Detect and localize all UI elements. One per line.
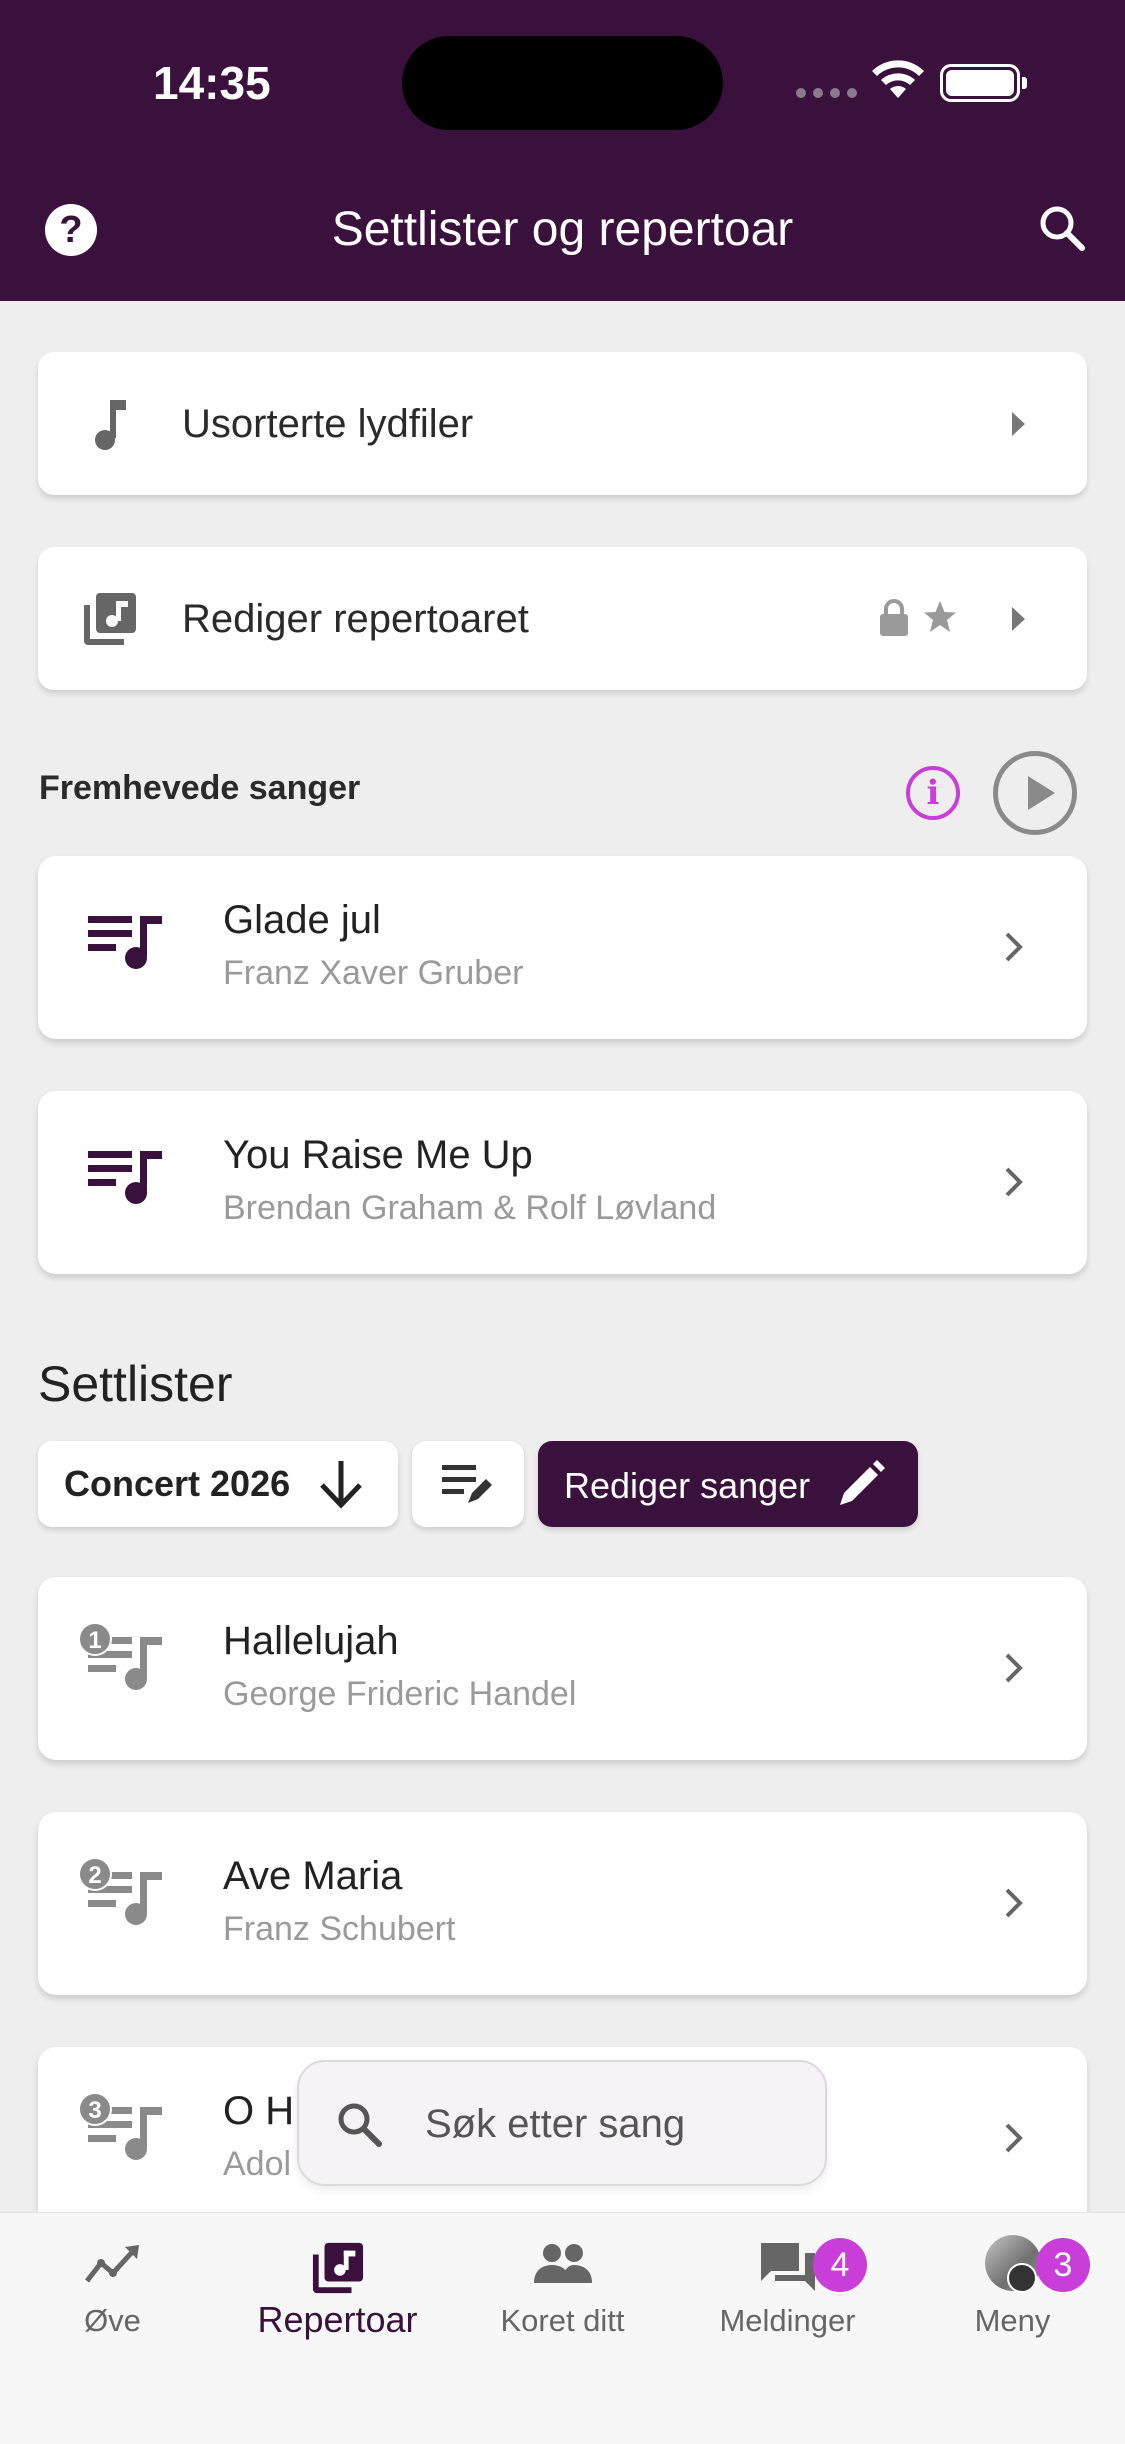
nav-practice[interactable]: Øve [0, 2213, 225, 2373]
setlist-song-card[interactable]: 1 Hallelujah George Frideric Handel [38, 1577, 1087, 1760]
trending-icon [84, 2245, 139, 2283]
nav-messages[interactable]: 4 Meldinger [675, 2213, 900, 2373]
queue-music-icon [88, 916, 162, 969]
setlist-selector[interactable]: Concert 2026 [38, 1441, 398, 1527]
setlist-selected: Concert 2026 [64, 1463, 291, 1504]
app-header: 14:35 ? Settlister og repertoar [0, 0, 1125, 301]
song-title: O H [223, 2089, 295, 2133]
song-title: Ave Maria [223, 1854, 403, 1898]
forum-icon [760, 2243, 815, 2291]
nav-label: Repertoar [257, 2299, 418, 2340]
music-note-icon [95, 400, 126, 450]
queue-music-icon [88, 1151, 162, 1204]
wifi-icon [872, 60, 924, 98]
song-title: Glade jul [223, 898, 381, 942]
library-music-icon [312, 2242, 363, 2294]
unsorted-audio-card[interactable]: Usorterte lydfiler [38, 352, 1087, 495]
chevron-right-icon [1005, 1653, 1023, 1683]
nav-menu[interactable]: 3 Meny [900, 2213, 1125, 2373]
page-title: Settlister og repertoar [331, 203, 794, 256]
search-icon[interactable] [1038, 204, 1086, 252]
edit-songs-button[interactable]: Rediger sanger [538, 1441, 918, 1527]
chevron-right-icon [1005, 1167, 1023, 1197]
song-title: You Raise Me Up [223, 1133, 533, 1177]
people-icon [533, 2244, 592, 2283]
status-time: 14:35 [153, 57, 271, 109]
featured-song-card[interactable]: Glade jul Franz Xaver Gruber [38, 856, 1087, 1039]
nav-label: Koret ditt [500, 2303, 625, 2338]
song-composer: George Frideric Handel [223, 1675, 577, 1713]
avatar [984, 2235, 1041, 2293]
edit-songs-label: Rediger sanger [564, 1465, 811, 1506]
cellular-signal-icon [796, 88, 857, 98]
edit-repertoire-label: Rediger repertoaret [182, 597, 529, 641]
chevron-right-icon [1005, 1888, 1023, 1918]
star-icon [924, 601, 956, 632]
song-composer: Adol [223, 2145, 292, 2183]
nav-label: Øve [84, 2303, 141, 2338]
unsorted-audio-label: Usorterte lydfiler [182, 402, 474, 446]
setlists-heading: Settlister [38, 1356, 233, 1412]
arrow-down-icon [320, 1461, 362, 1509]
song-number-badge: 3 [78, 2092, 112, 2126]
setlist-song-card[interactable]: 2 Ave Maria Franz Schubert [38, 1812, 1087, 1995]
featured-songs-heading: Fremhevede sanger [39, 769, 361, 807]
pencil-icon [840, 1460, 885, 1505]
edit-setlist-button[interactable] [412, 1441, 524, 1527]
nav-label: Meny [974, 2303, 1051, 2338]
chevron-right-icon [1012, 607, 1025, 631]
info-icon[interactable]: i [906, 766, 960, 820]
nav-repertoire[interactable]: Repertoar [225, 2213, 450, 2373]
song-number-badge: 1 [78, 1622, 112, 1656]
song-search-field[interactable]: Søk etter sang [297, 2060, 827, 2186]
bottom-navigation: Øve Repertoar Koret ditt 4 Meldinger 3 M… [0, 2212, 1125, 2444]
notification-count-badge: 3 [1036, 2238, 1090, 2292]
menu-badge-icon [1006, 2263, 1037, 2293]
edit-repertoire-card[interactable]: Rediger repertoaret [38, 547, 1087, 690]
chevron-right-icon [1005, 932, 1023, 962]
song-number-badge: 2 [78, 1857, 112, 1891]
chevron-right-icon [1012, 412, 1025, 436]
unread-count-badge: 4 [813, 2238, 867, 2292]
dynamic-island [402, 36, 723, 130]
search-icon [338, 2103, 382, 2147]
lock-icon [880, 599, 908, 636]
song-composer: Franz Schubert [223, 1910, 456, 1948]
featured-song-card[interactable]: You Raise Me Up Brendan Graham & Rolf Lø… [38, 1091, 1087, 1274]
playlist-edit-icon [442, 1465, 492, 1503]
nav-choir[interactable]: Koret ditt [450, 2213, 675, 2373]
nav-label: Meldinger [719, 2303, 856, 2338]
search-placeholder: Søk etter sang [425, 2102, 686, 2146]
chevron-right-icon [1005, 2123, 1023, 2153]
song-composer: Brendan Graham & Rolf Løvland [223, 1189, 717, 1227]
play-icon[interactable] [993, 751, 1077, 835]
battery-icon [940, 64, 1027, 102]
library-music-icon [84, 593, 136, 645]
song-title: Hallelujah [223, 1619, 399, 1663]
song-composer: Franz Xaver Gruber [223, 954, 524, 992]
